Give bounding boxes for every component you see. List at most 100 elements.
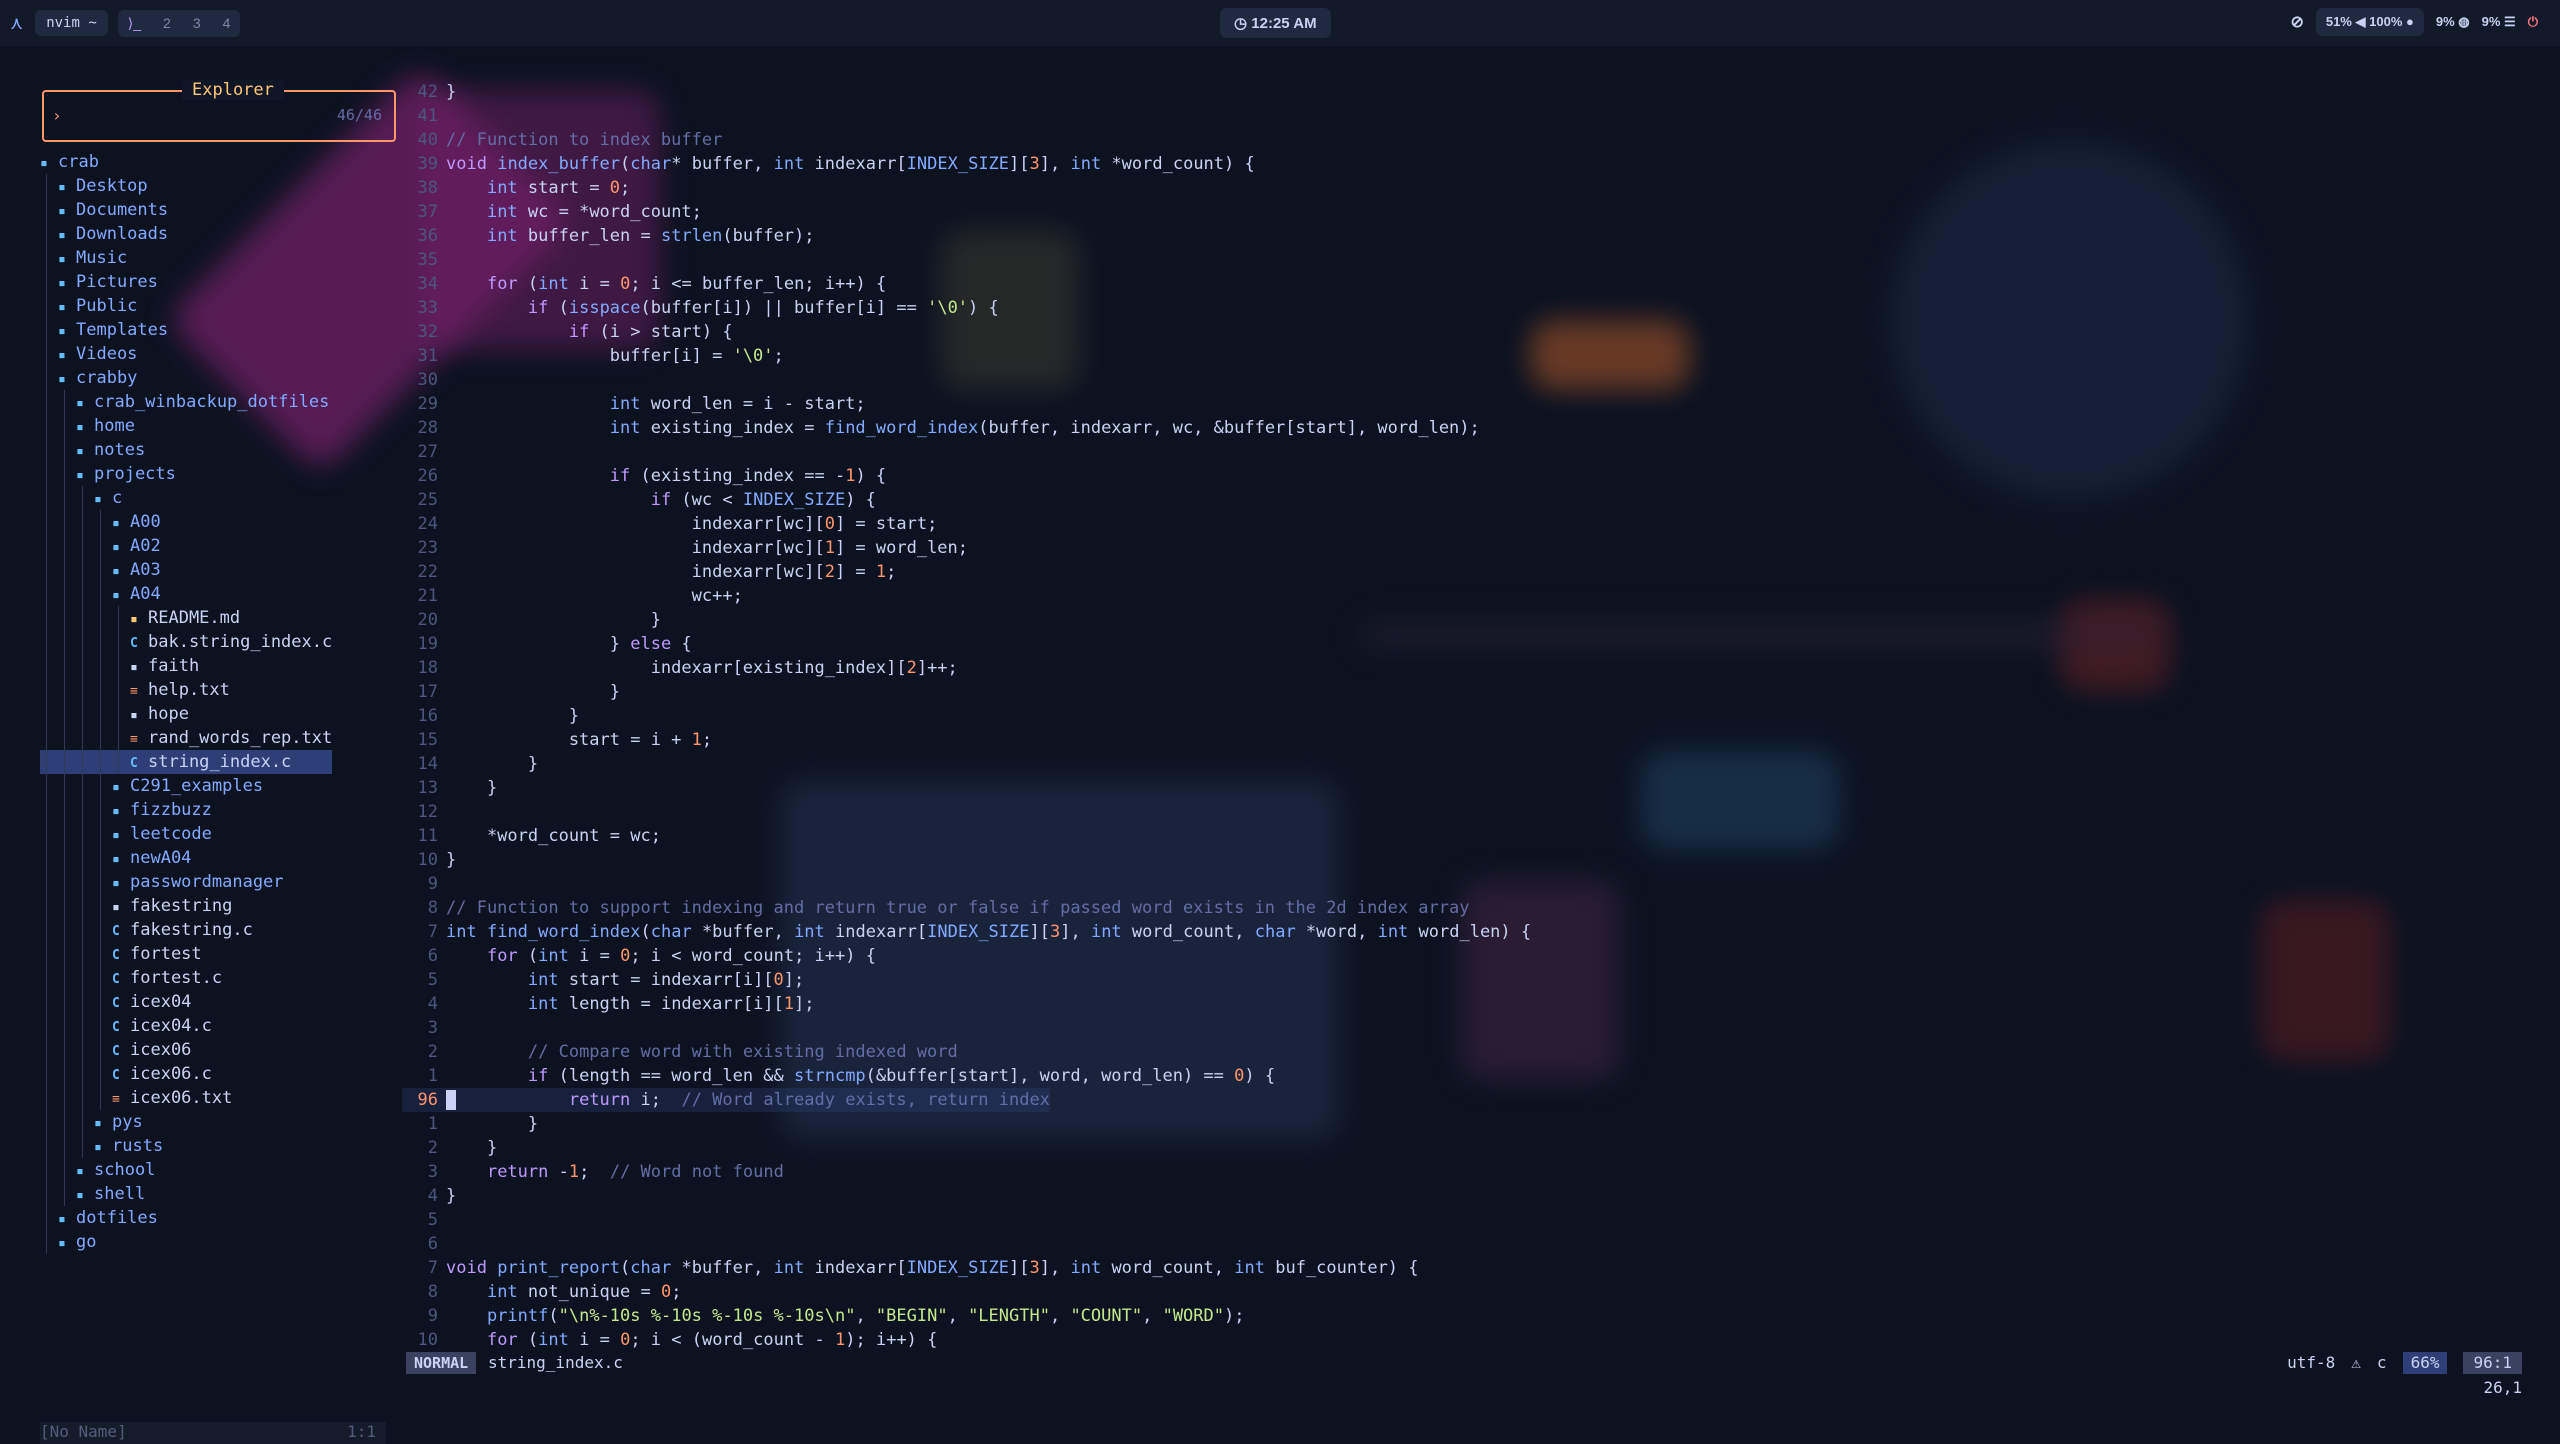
workspace-3[interactable]: 3 [193, 15, 201, 32]
code-line[interactable]: 23 indexarr[wc][1] = word_len; [402, 536, 969, 560]
tree-file[interactable]: Cicex06 [40, 1038, 332, 1062]
code-line[interactable]: 6 [402, 1232, 446, 1256]
tree-folder[interactable]: ▪ crabby [40, 366, 332, 390]
code-line[interactable]: 39 void index_buffer(char* buffer, int in… [402, 152, 1255, 176]
code-line[interactable]: 13 } [402, 776, 498, 800]
code-line[interactable]: 8 // Function to support indexing and ret… [402, 896, 1470, 920]
code-line[interactable]: 10} [402, 848, 457, 872]
code-line[interactable]: 21 wc++; [402, 584, 743, 608]
tree-folder[interactable]: ▪ Public [40, 294, 332, 318]
explorer-search-box[interactable]: Explorer › 46/46 [42, 80, 396, 142]
code-line[interactable]: 36 int buffer_len = strlen(buffer); [402, 224, 815, 248]
tree-file[interactable]: Cfakestring.c [40, 918, 332, 942]
tree-folder[interactable]: ▪ crab [40, 150, 332, 174]
code-line[interactable]: 11 *word_count = wc; [402, 824, 661, 848]
code-line[interactable]: 33 if (isspace(buffer[i]) || buffer[i] =… [402, 296, 999, 320]
tree-folder[interactable]: ▪ rusts [40, 1134, 332, 1158]
code-line[interactable]: 40 // Function to index buffer [402, 128, 723, 152]
tree-folder[interactable]: ▪ Desktop [40, 174, 332, 198]
tree-folder[interactable]: ▪ A03 [40, 558, 332, 582]
code-line[interactable]: 18 indexarr[existing_index][2]++; [402, 656, 958, 680]
code-line[interactable]: 16 } [402, 704, 580, 728]
tree-folder[interactable]: ▪ fizzbuzz [40, 798, 332, 822]
code-line[interactable]: 7 void print_report(char *buffer, int ind… [402, 1256, 1419, 1280]
tree-file[interactable]: Cstring_index.c [40, 750, 333, 774]
code-line[interactable]: 19 } else { [402, 632, 692, 656]
code-line[interactable]: 20 } [402, 608, 661, 632]
code-line[interactable]: 17 } [402, 680, 620, 704]
tree-folder[interactable]: ▪ c [40, 486, 332, 510]
tree-file[interactable]: Cicex04 [40, 990, 332, 1014]
code-line[interactable]: 2 } [402, 1136, 497, 1160]
tree-folder[interactable]: ▪ shell [40, 1182, 332, 1206]
tree-file[interactable]: ▪ faith [40, 654, 332, 678]
code-line[interactable]: 30 [402, 368, 446, 392]
code-line[interactable]: 28 int existing_index = find_word_index(… [402, 416, 1480, 440]
code-line[interactable]: 35 [402, 248, 446, 272]
code-line[interactable]: 34 for (int i = 0; i <= buffer_len; i++)… [402, 272, 887, 296]
tree-folder[interactable]: ▪ Downloads [40, 222, 332, 246]
clock[interactable]: ◷ 12:25 AM [1220, 8, 1331, 38]
tree-file[interactable]: Cicex06.c [40, 1062, 332, 1086]
tree-folder[interactable]: ▪ Pictures [40, 270, 332, 294]
code-line[interactable]: 37 int wc = *word_count; [402, 200, 702, 224]
tree-folder[interactable]: ▪ go [40, 1230, 332, 1254]
tree-folder[interactable]: ▪ dotfiles [40, 1206, 332, 1230]
tree-folder[interactable]: ▪ pys [40, 1110, 332, 1134]
code-line[interactable]: 14 } [402, 752, 539, 776]
tree-file[interactable]: ≡ rand_words_rep.txt [40, 726, 332, 750]
terminal-workspace-icon[interactable]: ⟩_ [128, 15, 141, 32]
code-line[interactable]: 32 if (i > start) { [402, 320, 733, 344]
code-line[interactable]: 24 indexarr[wc][0] = start; [402, 512, 938, 536]
tree-folder[interactable]: ▪ Documents [40, 198, 332, 222]
code-line[interactable]: 27 [402, 440, 446, 464]
code-line[interactable]: 15 start = i + 1; [402, 728, 713, 752]
code-line[interactable]: 41 [402, 104, 446, 128]
tree-folder[interactable]: ▪ C291_examples [40, 774, 332, 798]
tree-file[interactable]: Cfortest [40, 942, 332, 966]
tree-file[interactable]: Cicex04.c [40, 1014, 332, 1038]
code-line[interactable]: 5 int start = indexarr[i][0]; [402, 968, 805, 992]
tree-folder[interactable]: ▪ newA04 [40, 846, 332, 870]
tree-folder[interactable]: ▪ Templates [40, 318, 332, 342]
current-code-line[interactable]: 96 return i; // Word already exists, ret… [402, 1088, 1050, 1112]
code-line[interactable]: 38 int start = 0; [402, 176, 631, 200]
tree-file[interactable]: ▪ hope [40, 702, 332, 726]
code-line[interactable]: 6 for (int i = 0; i < word_count; i++) { [402, 944, 876, 968]
tree-file[interactable]: Cbak.string_index.c [40, 630, 332, 654]
code-line[interactable]: 9 printf("\n%-10s %-10s %-10s %-10s\n", … [402, 1304, 1245, 1328]
code-line[interactable]: 26 if (existing_index == -1) { [402, 464, 887, 488]
code-line[interactable]: 25 if (wc < INDEX_SIZE) { [402, 488, 876, 512]
tree-folder[interactable]: ▪ notes [40, 438, 332, 462]
workspace-4[interactable]: 4 [223, 15, 231, 32]
tree-folder[interactable]: ▪ leetcode [40, 822, 332, 846]
code-line[interactable]: 3 return -1; // Word not found [402, 1160, 784, 1184]
code-line[interactable]: 4 int length = indexarr[i][1]; [402, 992, 815, 1016]
cpu-usage[interactable]: 9% ◍ [2436, 14, 2470, 30]
tree-file[interactable]: ≡ icex06.txt [40, 1086, 332, 1110]
code-line[interactable]: 42} [402, 80, 457, 104]
code-line[interactable]: 9 [402, 872, 446, 896]
idle-inhibitor-icon[interactable]: ⊘ [2290, 12, 2303, 32]
code-line[interactable]: 1 } [402, 1112, 538, 1136]
power-icon[interactable]: ⏻ [2528, 14, 2538, 30]
code-line[interactable]: 10 for (int i = 0; i < (word_count - 1);… [402, 1328, 938, 1352]
tree-folder[interactable]: ▪ crab_winbackup_dotfiles [40, 390, 332, 414]
code-editor[interactable]: 42} 41 40// Function to index buffer 39 void… [402, 80, 2560, 1350]
tree-folder[interactable]: ▪ A00 [40, 510, 332, 534]
audio-brightness-pill[interactable]: 51% ◀ 100% ● [2315, 8, 2424, 36]
code-line[interactable]: 12 [402, 800, 446, 824]
code-line[interactable]: 3 [402, 1016, 446, 1040]
code-line[interactable]: 7 int find_word_index(char *buffer, int i… [402, 920, 1531, 944]
arch-logo-icon[interactable]: ⋏ [10, 13, 23, 34]
tree-folder[interactable]: ▪ school [40, 1158, 332, 1182]
tree-folder[interactable]: ▪ Music [40, 246, 332, 270]
tree-folder[interactable]: ▪ home [40, 414, 332, 438]
code-line[interactable]: 2 // Compare word with existing indexed … [402, 1040, 958, 1064]
workspace-2[interactable]: 2 [163, 15, 171, 32]
code-line[interactable]: 29 int word_len = i - start; [402, 392, 866, 416]
code-line[interactable]: 4} [402, 1184, 457, 1208]
tree-file[interactable]: Cfortest.c [40, 966, 332, 990]
tree-folder[interactable]: ▪ A04 [40, 582, 332, 606]
tree-file[interactable]: ▪ fakestring [40, 894, 332, 918]
